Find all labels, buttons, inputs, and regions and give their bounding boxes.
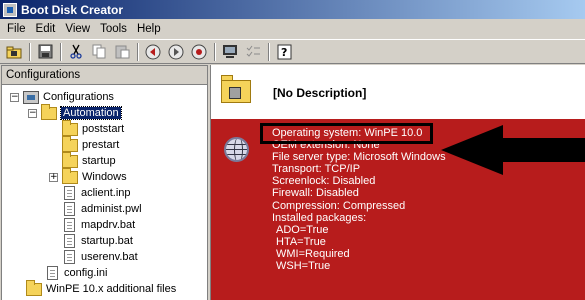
file-icon xyxy=(64,218,75,232)
toolbar-separator xyxy=(29,42,31,61)
svg-text:?: ? xyxy=(281,46,287,59)
folder-icon xyxy=(62,135,78,152)
toolbar-separator xyxy=(60,42,62,61)
tree-node-poststart[interactable]: poststart xyxy=(62,119,125,137)
collapse-icon[interactable]: − xyxy=(10,92,19,102)
folder-disk-icon xyxy=(41,103,57,120)
info-transport: Transport: TCP/IP xyxy=(272,163,361,176)
description-text: [No Description] xyxy=(273,86,367,100)
info-package-ado: ADO=True xyxy=(276,223,329,236)
tree-node-label: WinPE 10.x additional files xyxy=(46,283,177,295)
tree-node-mapdrv[interactable]: mapdrv.bat xyxy=(62,217,135,233)
app-icon xyxy=(3,2,17,17)
menu-tools[interactable]: Tools xyxy=(95,23,132,35)
tree-node-label: startup xyxy=(82,155,116,167)
title-bar: Boot Disk Creator xyxy=(0,0,585,19)
file-icon xyxy=(47,266,58,280)
toolbar-separator xyxy=(137,42,139,61)
menu-view[interactable]: View xyxy=(60,23,95,35)
info-package-wsh: WSH=True xyxy=(276,260,331,273)
info-package-hta: HTA=True xyxy=(276,235,326,248)
toolbar: ? xyxy=(0,39,585,64)
tree-node-label: userenv.bat xyxy=(81,251,138,263)
save-icon[interactable] xyxy=(35,42,55,62)
tree-node-label: aclient.inp xyxy=(81,187,131,199)
tree-node-label: Windows xyxy=(82,171,127,183)
file-icon xyxy=(64,202,75,216)
window-title: Boot Disk Creator xyxy=(21,2,124,17)
tree-node-windows[interactable]: + Windows xyxy=(49,167,127,185)
info-package-wmi: WMI=Required xyxy=(276,247,350,260)
open-folder-icon[interactable] xyxy=(4,42,24,62)
tree-node-label: administ.pwl xyxy=(81,203,142,215)
tree-node-automation[interactable]: − Automation xyxy=(28,103,122,121)
tree-node-label: config.ini xyxy=(64,267,108,279)
stop-icon[interactable] xyxy=(189,42,209,62)
info-firewall: Firewall: Disabled xyxy=(272,187,359,200)
tree-node-aclient[interactable]: aclient.inp xyxy=(62,185,131,201)
tree-node-label: Configurations xyxy=(43,91,114,103)
tree-node-label: Automation xyxy=(60,106,122,120)
info-file-server-type: File server type: Microsoft Windows xyxy=(272,151,446,164)
configurations-pane-header: Configurations xyxy=(2,66,207,85)
back-icon[interactable] xyxy=(143,42,163,62)
folder-icon xyxy=(62,167,78,184)
tree-node-administ[interactable]: administ.pwl xyxy=(62,201,142,217)
annotation-arrow-icon xyxy=(441,125,585,175)
configurations-pane: Configurations − Configurations − Automa… xyxy=(1,65,208,300)
computer-icon[interactable] xyxy=(220,42,240,62)
file-icon xyxy=(64,250,75,264)
folder-icon xyxy=(26,279,42,296)
tree-node-startup-bat[interactable]: startup.bat xyxy=(62,233,133,249)
menu-help[interactable]: Help xyxy=(132,23,166,35)
tree-node-userenv[interactable]: userenv.bat xyxy=(62,249,138,265)
globe-icon xyxy=(224,137,249,162)
help-icon[interactable]: ? xyxy=(274,42,294,62)
collapse-icon[interactable]: − xyxy=(28,108,37,118)
checklist-icon[interactable] xyxy=(243,42,263,62)
tree-node-winpe-additional[interactable]: WinPE 10.x additional files xyxy=(26,279,177,297)
details-pane: [No Description] Operating system: WinPE… xyxy=(210,65,585,300)
forward-icon[interactable] xyxy=(166,42,186,62)
configuration-info-panel: Operating system: WinPE 10.0 OEM extensi… xyxy=(211,119,585,300)
toolbar-separator xyxy=(214,42,216,61)
info-screenlock: Screenlock: Disabled xyxy=(272,175,376,188)
tree-node-configurations[interactable]: − Configurations xyxy=(10,89,114,105)
folder-icon xyxy=(62,151,78,168)
menu-edit[interactable]: Edit xyxy=(31,23,61,35)
description-row: [No Description] xyxy=(211,65,585,119)
file-icon xyxy=(64,186,75,200)
folder-disk-icon xyxy=(221,75,251,103)
cut-icon[interactable] xyxy=(66,42,86,62)
folder-icon xyxy=(62,119,78,136)
info-installed-packages: Installed packages: xyxy=(272,211,367,224)
paste-icon[interactable] xyxy=(112,42,132,62)
menu-bar: File Edit View Tools Help xyxy=(0,19,585,39)
file-icon xyxy=(64,234,75,248)
tree-node-config-ini[interactable]: config.ini xyxy=(45,265,107,281)
root-icon xyxy=(23,90,39,104)
tree-node-label: prestart xyxy=(82,139,120,151)
configuration-info-list: Operating system: WinPE 10.0 OEM extensi… xyxy=(272,127,446,272)
menu-file[interactable]: File xyxy=(2,23,31,35)
toolbar-separator xyxy=(268,42,270,61)
copy-icon[interactable] xyxy=(89,42,109,62)
highlight-box xyxy=(260,123,433,144)
tree-node-label: startup.bat xyxy=(81,235,133,247)
tree-node-label: mapdrv.bat xyxy=(81,219,136,231)
info-compression: Compression: Compressed xyxy=(272,199,406,212)
expand-icon[interactable]: + xyxy=(49,172,58,182)
tree-node-label: poststart xyxy=(82,123,125,135)
